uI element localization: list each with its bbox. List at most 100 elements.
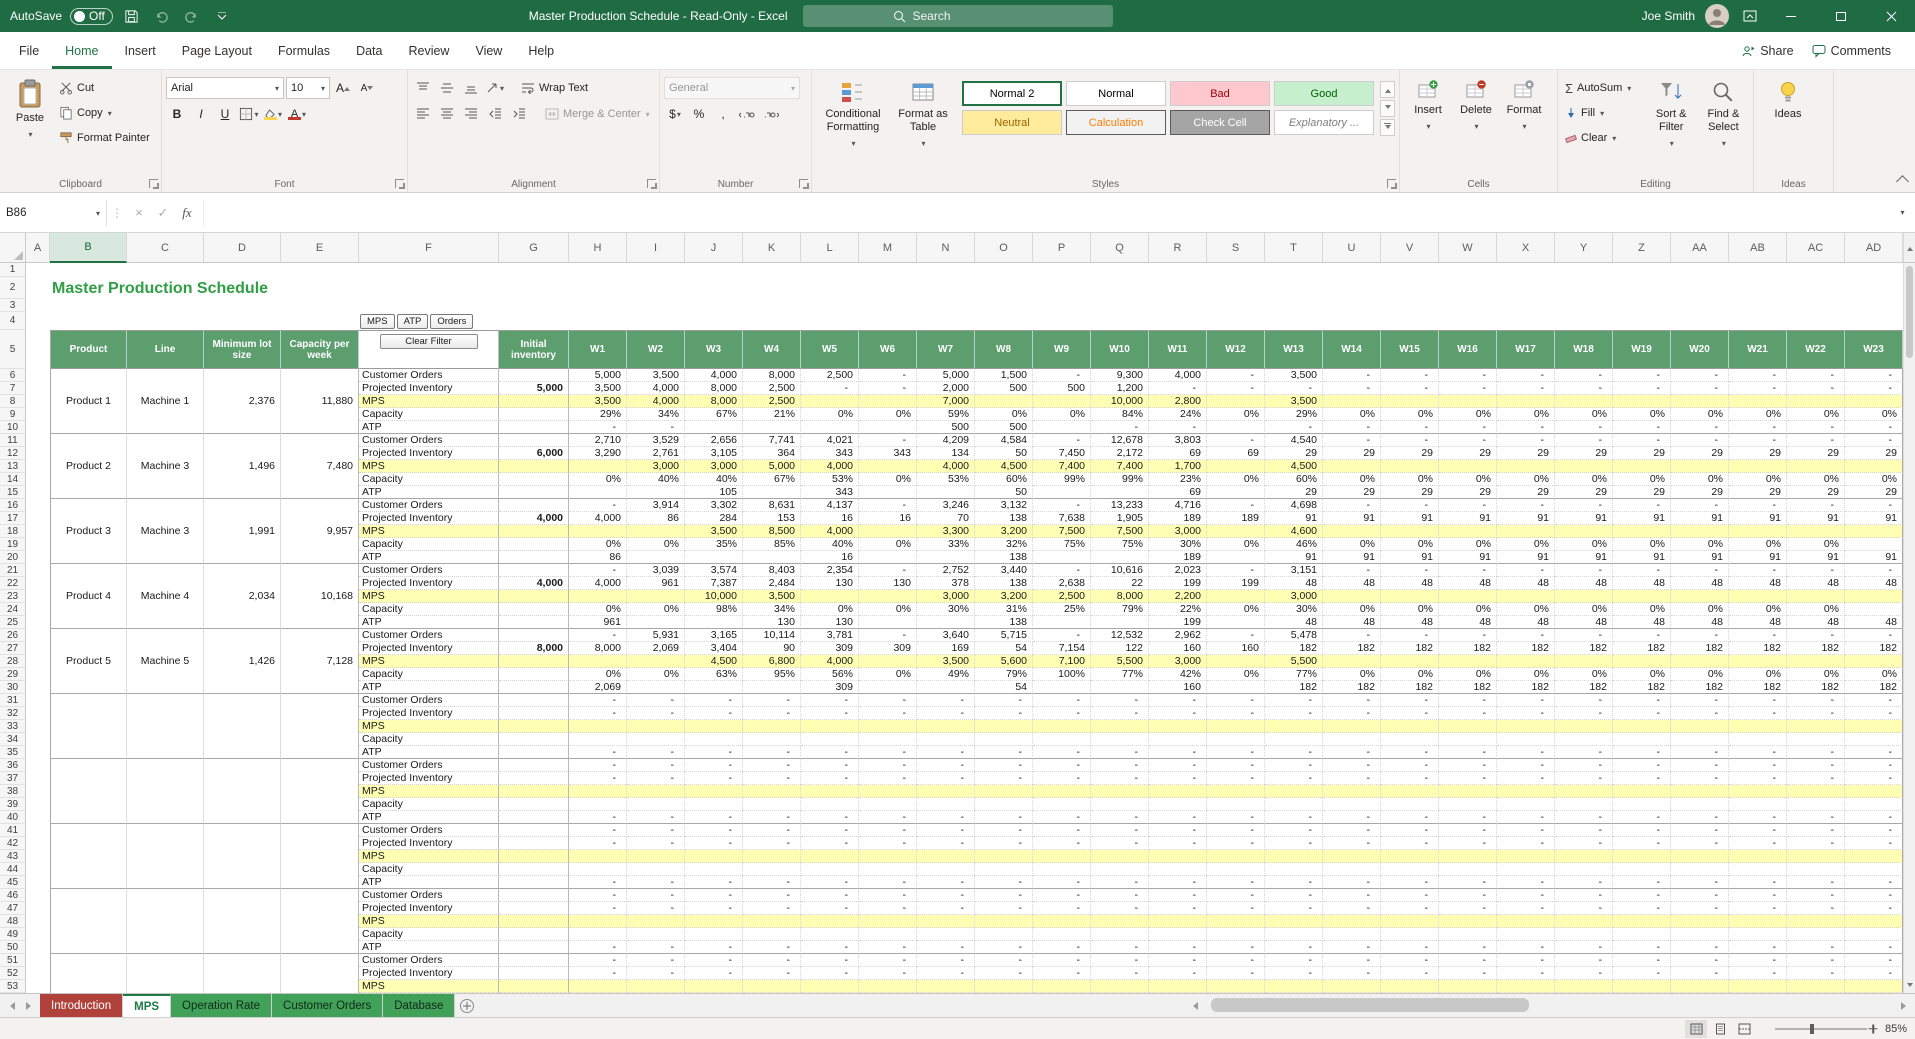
column-header-m[interactable]: M (859, 233, 917, 263)
week-value-cell[interactable] (1323, 590, 1381, 603)
week-value-cell[interactable] (1207, 980, 1265, 993)
week-value-cell[interactable]: - (859, 694, 917, 707)
week-value-cell[interactable]: 7,400 (1091, 460, 1149, 473)
week-value-cell[interactable] (917, 616, 975, 629)
initial-inventory-cell[interactable] (499, 915, 569, 928)
week-value-cell[interactable]: - (1497, 876, 1555, 889)
week-value-cell[interactable]: - (1381, 382, 1439, 395)
week-value-cell[interactable]: - (859, 902, 917, 915)
week-value-cell[interactable]: - (1729, 902, 1787, 915)
row-label-mps[interactable]: MPS (359, 980, 499, 993)
initial-inventory-cell[interactable] (499, 798, 569, 811)
empty-cells[interactable] (26, 863, 50, 876)
week-value-cell[interactable]: - (1787, 499, 1845, 512)
week-value-cell[interactable]: - (1323, 629, 1381, 642)
week-value-cell[interactable]: - (1439, 967, 1497, 980)
week-value-cell[interactable]: - (1729, 421, 1787, 434)
week-value-cell[interactable] (975, 850, 1033, 863)
min-lot-size-cell[interactable] (204, 512, 281, 525)
capacity-per-week-cell[interactable] (281, 915, 359, 928)
week-value-cell[interactable]: - (1787, 902, 1845, 915)
week-value-cell[interactable] (859, 590, 917, 603)
week-value-cell[interactable] (1381, 395, 1439, 408)
week-value-cell[interactable] (1091, 616, 1149, 629)
row-header[interactable]: 15 (0, 486, 26, 499)
week-value-cell[interactable] (1497, 720, 1555, 733)
week-value-cell[interactable]: 0% (1613, 473, 1671, 486)
week-value-cell[interactable]: - (1265, 811, 1323, 824)
week-value-cell[interactable]: - (1845, 369, 1903, 382)
alignment-dialog-launcher-icon[interactable] (647, 179, 656, 188)
row-header[interactable]: 34 (0, 733, 26, 746)
week-value-cell[interactable] (1613, 460, 1671, 473)
menu-tab-help[interactable]: Help (515, 32, 567, 69)
product-cell[interactable] (50, 603, 127, 616)
empty-cells[interactable] (26, 876, 50, 889)
row-header[interactable]: 37 (0, 772, 26, 785)
week-value-cell[interactable]: 29 (1439, 486, 1497, 499)
week-value-cell[interactable]: - (801, 876, 859, 889)
min-lot-size-cell[interactable] (204, 629, 281, 642)
week-value-cell[interactable] (1613, 863, 1671, 876)
week-value-cell[interactable]: - (1381, 824, 1439, 837)
week-value-cell[interactable]: - (1149, 772, 1207, 785)
week-value-cell[interactable]: 29 (1381, 447, 1439, 460)
week-value-cell[interactable]: - (1613, 954, 1671, 967)
week-value-cell[interactable]: - (1497, 837, 1555, 850)
week-value-cell[interactable] (1033, 863, 1091, 876)
number-format-combobox[interactable]: General (664, 77, 800, 99)
product-cell[interactable] (50, 486, 127, 499)
week-value-cell[interactable] (1439, 395, 1497, 408)
week-value-cell[interactable] (1033, 720, 1091, 733)
week-value-cell[interactable]: - (1381, 564, 1439, 577)
insert-function-icon[interactable]: fx (175, 201, 199, 225)
line-cell[interactable] (127, 577, 204, 590)
week-value-cell[interactable] (1091, 785, 1149, 798)
product-cell[interactable]: Product 5 (50, 655, 127, 668)
week-value-cell[interactable]: 2,200 (1149, 590, 1207, 603)
bold-button[interactable]: B (166, 103, 188, 125)
week-value-cell[interactable] (1323, 980, 1381, 993)
font-color-button[interactable]: A (286, 103, 308, 125)
row-label-projected-inventory[interactable]: Projected Inventory (359, 902, 499, 915)
row-label-customer-orders[interactable]: Customer Orders (359, 889, 499, 902)
week-value-cell[interactable]: 0% (569, 668, 627, 681)
week-value-cell[interactable]: - (1787, 772, 1845, 785)
initial-inventory-cell[interactable] (499, 928, 569, 941)
week-value-cell[interactable]: - (627, 902, 685, 915)
line-cell[interactable] (127, 564, 204, 577)
empty-cells[interactable] (26, 616, 50, 629)
week-value-cell[interactable] (1671, 460, 1729, 473)
week-value-cell[interactable]: - (1265, 382, 1323, 395)
week-value-cell[interactable]: - (685, 694, 743, 707)
week-value-cell[interactable]: 182 (1613, 681, 1671, 694)
week-value-cell[interactable]: 100% (1033, 668, 1091, 681)
week-value-cell[interactable]: 0% (1555, 473, 1613, 486)
week-value-cell[interactable]: 29 (1613, 486, 1671, 499)
initial-inventory-cell[interactable] (499, 369, 569, 382)
week-value-cell[interactable]: 0% (975, 408, 1033, 421)
week-value-cell[interactable] (1613, 915, 1671, 928)
line-cell[interactable] (127, 954, 204, 967)
week-value-cell[interactable]: 91 (1787, 551, 1845, 564)
week-value-cell[interactable]: 182 (1323, 681, 1381, 694)
empty-cells[interactable] (26, 447, 50, 460)
ribbon-display-options-icon[interactable] (1739, 5, 1761, 27)
week-value-cell[interactable]: - (1149, 889, 1207, 902)
week-value-cell[interactable] (1497, 590, 1555, 603)
line-cell[interactable]: Machine 4 (127, 590, 204, 603)
week-value-cell[interactable]: 182 (1613, 642, 1671, 655)
week-value-cell[interactable]: 2,069 (627, 642, 685, 655)
week-value-cell[interactable]: - (1671, 434, 1729, 447)
week-value-cell[interactable]: 0% (1845, 473, 1903, 486)
week-value-cell[interactable] (1265, 785, 1323, 798)
product-cell[interactable] (50, 720, 127, 733)
week-value-cell[interactable]: 8,000 (1091, 590, 1149, 603)
week-value-cell[interactable]: - (569, 941, 627, 954)
week-value-cell[interactable]: 75% (1091, 538, 1149, 551)
product-cell[interactable] (50, 434, 127, 447)
row-header[interactable]: 39 (0, 798, 26, 811)
week-value-cell[interactable]: 0% (1555, 538, 1613, 551)
week-value-cell[interactable]: - (1381, 954, 1439, 967)
empty-cells[interactable] (26, 811, 50, 824)
